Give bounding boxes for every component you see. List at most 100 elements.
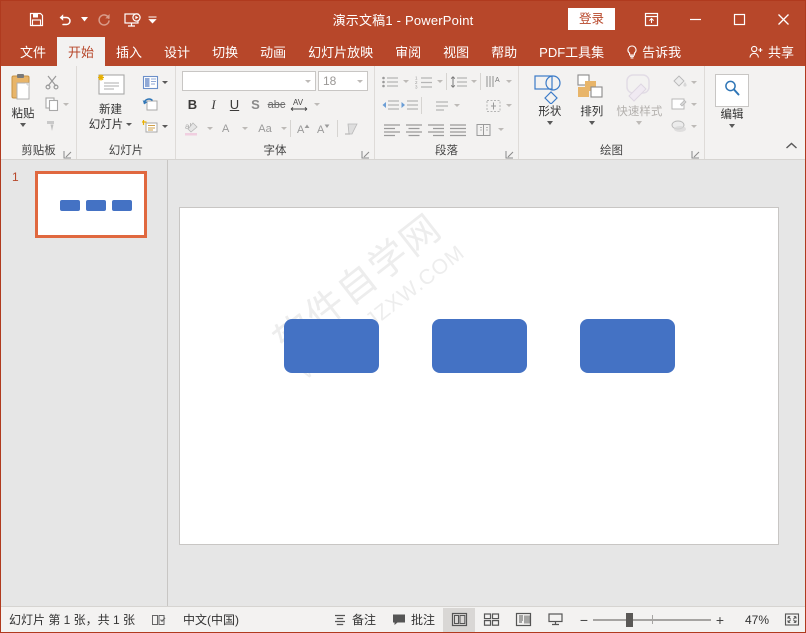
line-spacing-button[interactable] [450, 71, 469, 92]
numbering-dropdown-icon[interactable] [437, 80, 443, 83]
bullets-dropdown-icon[interactable] [403, 80, 409, 83]
edit-dropdown-icon[interactable] [729, 124, 735, 128]
shape-fill-dropdown-icon[interactable] [691, 81, 697, 84]
section-dropdown-icon[interactable] [162, 125, 168, 128]
bullets-button[interactable] [381, 71, 400, 92]
change-case-dropdown-icon[interactable] [281, 127, 287, 130]
clear-formatting-button[interactable] [341, 118, 361, 139]
font-color-dropdown-icon[interactable] [242, 127, 248, 130]
paste-button[interactable]: 粘贴 [6, 70, 40, 127]
tell-me-button[interactable]: 告诉我 [615, 37, 692, 66]
tab-design[interactable]: 设计 [153, 37, 201, 66]
spellcheck-icon[interactable] [143, 607, 175, 633]
tab-animations[interactable]: 动画 [249, 37, 297, 66]
slide-canvas[interactable]: 软件自学网 WWW.RJZXW.COM [179, 207, 779, 545]
shape-outline-button[interactable] [668, 93, 699, 115]
zoom-slider[interactable] [593, 612, 711, 628]
shapes-button[interactable]: 形状 [529, 70, 571, 125]
zoom-out-button[interactable]: − [575, 612, 593, 628]
comments-button[interactable]: 批注 [384, 607, 443, 633]
font-name-combobox[interactable] [182, 71, 316, 91]
change-case-button[interactable]: Aa [252, 118, 278, 139]
sign-in-button[interactable]: 登录 [568, 8, 615, 30]
cut-button[interactable] [42, 71, 71, 93]
justify-button[interactable] [447, 119, 469, 140]
normal-view-button[interactable] [443, 608, 475, 632]
font-color-button[interactable]: A [217, 118, 239, 139]
drawing-dialog-launcher[interactable] [691, 148, 700, 157]
tab-transitions[interactable]: 切换 [201, 37, 249, 66]
share-button[interactable]: 共享 [738, 37, 805, 66]
quick-styles-dropdown-icon[interactable] [636, 121, 642, 125]
slide-thumbnail-1[interactable] [35, 171, 147, 238]
shape-fill-button[interactable] [668, 71, 699, 93]
shape-effects-dropdown-icon[interactable] [691, 125, 697, 128]
slideshow-view-button[interactable] [539, 608, 571, 632]
font-dialog-launcher[interactable] [361, 148, 370, 157]
decrease-indent-button[interactable] [381, 95, 400, 116]
underline-button[interactable]: U [224, 94, 245, 115]
rounded-rectangle-2[interactable] [432, 319, 527, 373]
tab-help[interactable]: 帮助 [480, 37, 528, 66]
tab-slideshow[interactable]: 幻灯片放映 [297, 37, 384, 66]
undo-icon[interactable] [51, 6, 77, 32]
arrange-button[interactable]: 排列 [571, 70, 613, 125]
align-right-button[interactable] [425, 119, 447, 140]
slide-edit-area[interactable]: 软件自学网 WWW.RJZXW.COM [168, 160, 805, 606]
align-left-button[interactable] [381, 119, 403, 140]
customize-qat-icon[interactable] [147, 6, 157, 32]
undo-dropdown-icon[interactable] [79, 6, 89, 32]
notes-button[interactable]: 备注 [325, 607, 384, 633]
convert-smartart-button[interactable] [484, 95, 503, 116]
columns-button[interactable] [473, 119, 495, 140]
arrange-dropdown-icon[interactable] [589, 121, 595, 125]
columns-dropdown-icon[interactable] [498, 128, 504, 131]
language-status[interactable]: 中文(中国) [175, 607, 247, 633]
reset-button[interactable] [140, 93, 170, 115]
italic-button[interactable]: I [203, 94, 224, 115]
fit-slide-icon[interactable] [779, 608, 805, 632]
shape-effects-button[interactable] [668, 115, 699, 137]
start-slideshow-icon[interactable] [119, 6, 145, 32]
tab-file[interactable]: 文件 [9, 37, 57, 66]
align-text-button[interactable] [433, 95, 452, 116]
increase-indent-button[interactable] [400, 95, 419, 116]
align-center-button[interactable] [403, 119, 425, 140]
slide-thumbnail-pane[interactable]: 1 [1, 160, 168, 606]
character-spacing-dropdown-icon[interactable] [314, 103, 320, 106]
font-size-dropdown-icon[interactable] [353, 80, 367, 83]
shapes-dropdown-icon[interactable] [547, 121, 553, 125]
save-icon[interactable] [23, 6, 49, 32]
copy-button[interactable] [42, 93, 71, 115]
text-shadow-button[interactable]: S [245, 94, 266, 115]
section-button[interactable] [140, 115, 170, 137]
ribbon-display-options-icon[interactable] [629, 1, 673, 37]
shape-outline-dropdown-icon[interactable] [691, 103, 697, 106]
text-highlight-dropdown-icon[interactable] [207, 127, 213, 130]
redo-icon[interactable] [91, 6, 117, 32]
rounded-rectangle-1[interactable] [284, 319, 379, 373]
character-spacing-button[interactable]: AV [287, 94, 311, 115]
close-icon[interactable] [761, 1, 805, 37]
tab-review[interactable]: 审阅 [384, 37, 432, 66]
minimize-icon[interactable] [673, 1, 717, 37]
edit-button[interactable]: 编辑 [710, 72, 754, 128]
collapse-ribbon-button[interactable] [784, 139, 799, 157]
bold-button[interactable]: B [182, 94, 203, 115]
numbering-button[interactable]: 123 [415, 71, 434, 92]
font-name-dropdown-icon[interactable] [301, 80, 315, 83]
zoom-slider-handle[interactable] [626, 613, 633, 627]
convert-smartart-dropdown-icon[interactable] [506, 104, 512, 107]
line-spacing-dropdown-icon[interactable] [471, 80, 477, 83]
tab-pdf-tools[interactable]: PDF工具集 [528, 37, 615, 66]
slide-sorter-view-button[interactable] [475, 608, 507, 632]
format-painter-button[interactable] [42, 115, 71, 137]
tab-insert[interactable]: 插入 [105, 37, 153, 66]
text-highlight-button[interactable]: ab [182, 118, 204, 139]
layout-dropdown-icon[interactable] [162, 81, 168, 84]
zoom-level-label[interactable]: 47% [729, 613, 775, 627]
strikethrough-button[interactable]: abc [266, 94, 287, 115]
slide-count-status[interactable]: 幻灯片 第 1 张，共 1 张 [1, 607, 143, 633]
maximize-icon[interactable] [717, 1, 761, 37]
decrease-font-size-button[interactable]: A [314, 118, 334, 139]
